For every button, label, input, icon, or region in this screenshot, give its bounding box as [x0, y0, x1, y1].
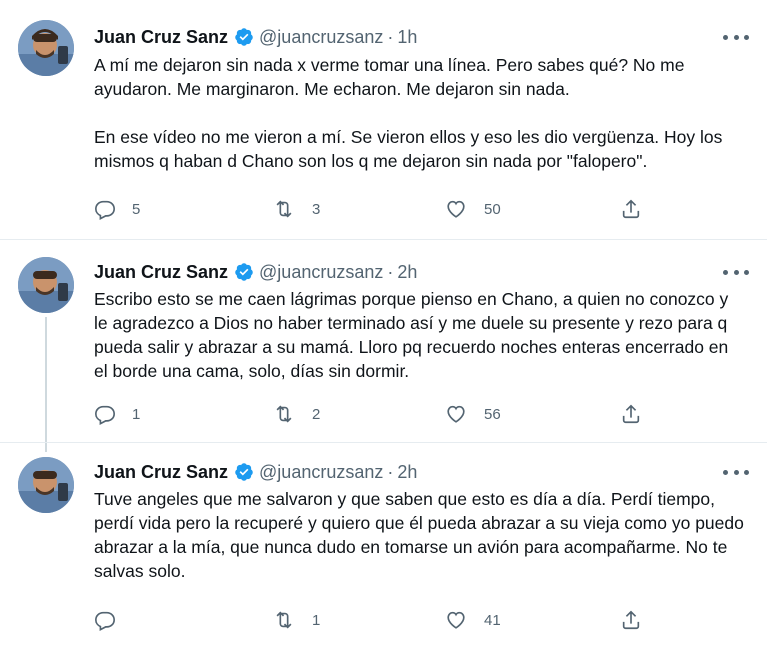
share-icon [622, 610, 640, 630]
more-options-icon[interactable] [723, 30, 749, 44]
share-button[interactable] [620, 198, 642, 220]
tweet-text: A mí me dejaron sin nada x verme tomar u… [94, 53, 744, 173]
tweet-actions: 5 3 50 [94, 198, 654, 224]
more-options-icon[interactable] [723, 265, 749, 279]
retweet-count: 1 [312, 611, 321, 629]
like-count: 41 [484, 611, 501, 629]
reply-button[interactable]: 5 [94, 198, 140, 220]
author-name[interactable]: Juan Cruz Sanz [94, 262, 228, 283]
tweet-text: Tuve angeles que me salvaron y que saben… [94, 487, 744, 583]
retweet-icon [276, 405, 292, 423]
author-handle[interactable]: @juancruzsanz [259, 462, 383, 483]
retweet-button[interactable]: 1 [272, 609, 320, 631]
avatar-photo-icon [18, 457, 74, 513]
more-options-icon[interactable] [723, 465, 749, 479]
reply-button[interactable]: 1 [94, 403, 140, 425]
like-count: 50 [484, 200, 501, 218]
tweet-paragraph: A mí me dejaron sin nada x verme tomar u… [94, 55, 685, 99]
reply-icon [95, 611, 115, 631]
timestamp[interactable]: 2h [397, 462, 417, 483]
avatar[interactable] [18, 257, 74, 313]
like-button[interactable]: 50 [444, 198, 501, 220]
verified-badge-icon [234, 262, 254, 282]
tweet-header: Juan Cruz Sanz @juancruzsanz · 1h [94, 25, 417, 49]
author-handle[interactable]: @juancruzsanz [259, 262, 383, 283]
tweet-header: Juan Cruz Sanz @juancruzsanz · 2h [94, 460, 417, 484]
avatar[interactable] [18, 457, 74, 513]
tweet[interactable]: Juan Cruz Sanz @juancruzsanz · 2h Escrib… [0, 240, 767, 452]
heart-icon [447, 611, 465, 629]
avatar[interactable] [18, 20, 74, 76]
heart-icon [447, 405, 465, 423]
tweet[interactable]: Juan Cruz Sanz @juancruzsanz · 2h Tuve a… [0, 442, 767, 649]
heart-icon [447, 200, 465, 218]
separator-dot: · [387, 461, 394, 482]
tweet-text: Escribo esto se me caen lágrimas porque … [94, 287, 744, 383]
author-handle[interactable]: @juancruzsanz [259, 27, 383, 48]
tweet-actions: 1 2 56 [94, 403, 654, 429]
tweet-feed: Juan Cruz Sanz @juancruzsanz · 1h A mí m… [0, 0, 767, 649]
retweet-count: 3 [312, 200, 321, 218]
reply-count: 1 [132, 405, 141, 423]
retweet-button[interactable]: 2 [272, 403, 320, 425]
author-name[interactable]: Juan Cruz Sanz [94, 27, 228, 48]
separator-dot: · [387, 261, 394, 282]
thread-connector [45, 317, 47, 452]
avatar-photo-icon [18, 20, 74, 76]
tweet-header: Juan Cruz Sanz @juancruzsanz · 2h [94, 260, 417, 284]
timestamp[interactable]: 2h [397, 262, 417, 283]
like-button[interactable]: 41 [444, 609, 501, 631]
retweet-button[interactable]: 3 [272, 198, 320, 220]
tweet[interactable]: Juan Cruz Sanz @juancruzsanz · 1h A mí m… [0, 0, 767, 240]
like-button[interactable]: 56 [444, 403, 501, 425]
retweet-icon [276, 200, 292, 218]
author-name[interactable]: Juan Cruz Sanz [94, 462, 228, 483]
tweet-paragraph: En ese vídeo no me vieron a mí. Se viero… [94, 127, 723, 171]
share-icon [622, 404, 640, 424]
reply-icon [95, 405, 115, 425]
tweet-actions: 1 41 [94, 609, 654, 635]
retweet-icon [276, 611, 292, 629]
reply-count: 5 [132, 200, 141, 218]
avatar-photo-icon [18, 257, 74, 313]
reply-button[interactable] [94, 609, 132, 631]
share-icon [622, 199, 640, 219]
tweet-paragraph: Escribo esto se me caen lágrimas porque … [94, 289, 729, 381]
like-count: 56 [484, 405, 501, 423]
separator-dot: · [387, 26, 394, 47]
reply-icon [95, 200, 115, 220]
share-button[interactable] [620, 609, 642, 631]
retweet-count: 2 [312, 405, 321, 423]
timestamp[interactable]: 1h [397, 27, 417, 48]
tweet-paragraph: Tuve angeles que me salvaron y que saben… [94, 489, 744, 581]
verified-badge-icon [234, 27, 254, 47]
verified-badge-icon [234, 462, 254, 482]
share-button[interactable] [620, 403, 642, 425]
